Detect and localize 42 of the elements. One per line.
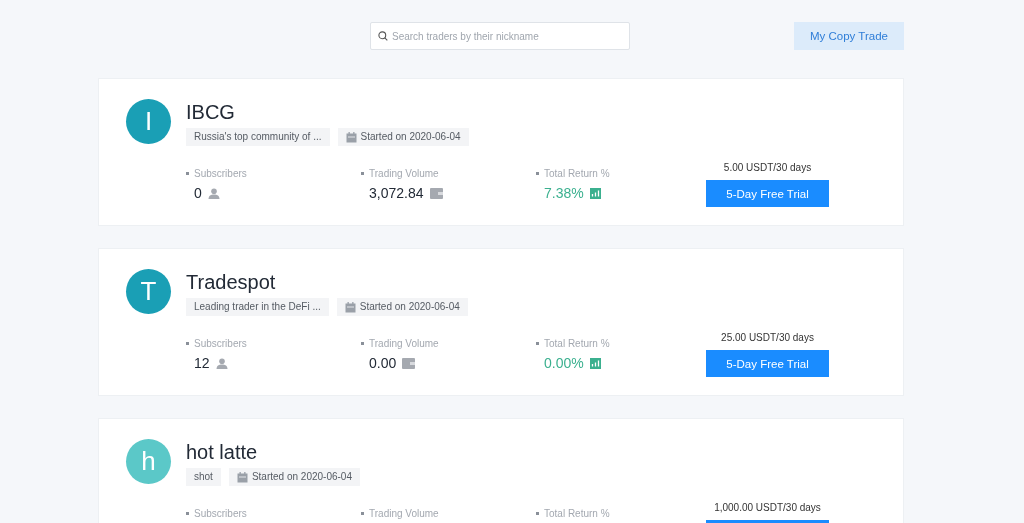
wallet-icon bbox=[429, 188, 443, 199]
metric-value: 0.00 bbox=[369, 354, 397, 373]
avatar: T bbox=[126, 269, 171, 314]
metric-value: 0 bbox=[194, 184, 202, 203]
price-text: 25.00 USDT/30 days bbox=[721, 331, 814, 345]
price-text: 5.00 USDT/30 days bbox=[723, 161, 812, 175]
start-date: Started on 2020-06-04 bbox=[251, 471, 352, 483]
metric-label: Trading Volume bbox=[361, 336, 536, 351]
description-tag: Russia's top community of ... bbox=[186, 128, 330, 146]
metric-value: 3,072.84 bbox=[369, 184, 424, 203]
chart-icon bbox=[589, 188, 601, 199]
description-tag: shot bbox=[186, 468, 221, 486]
search-field[interactable]: Search traders by their nickname bbox=[370, 22, 630, 50]
person-icon bbox=[215, 358, 228, 369]
start-date: Started on 2020-06-04 bbox=[360, 131, 461, 143]
metric-label: Subscribers bbox=[186, 506, 361, 521]
metric-label: Total Return % bbox=[536, 336, 711, 351]
metric-value: 0.00% bbox=[544, 354, 584, 373]
chart-icon bbox=[589, 358, 601, 369]
metric-label: Total Return % bbox=[536, 166, 711, 181]
calendar-icon bbox=[236, 471, 248, 483]
calendar-icon bbox=[345, 131, 357, 143]
trader-name[interactable]: Tradespot bbox=[186, 270, 829, 294]
metric-label: Trading Volume bbox=[361, 166, 536, 181]
metric-label: Trading Volume bbox=[361, 506, 536, 521]
calendar-icon bbox=[344, 301, 356, 313]
wallet-icon bbox=[402, 358, 416, 369]
start-date: Started on 2020-06-04 bbox=[359, 301, 460, 313]
metric-label: Subscribers bbox=[186, 166, 361, 181]
avatar: I bbox=[126, 99, 171, 144]
trader-name[interactable]: hot latte bbox=[186, 440, 829, 464]
metric-value: 12 bbox=[194, 354, 210, 373]
metric-label: Total Return % bbox=[536, 506, 711, 521]
metric-label: Subscribers bbox=[186, 336, 361, 351]
trader-name[interactable]: IBCG bbox=[186, 100, 829, 124]
price-text: 1,000.00 USDT/30 days bbox=[714, 501, 821, 515]
search-icon bbox=[378, 31, 388, 41]
my-copy-trade-button[interactable]: My Copy Trade bbox=[794, 22, 904, 50]
description-tag: Leading trader in the DeFi ... bbox=[186, 298, 329, 316]
avatar: h bbox=[126, 439, 171, 484]
person-icon bbox=[207, 188, 220, 199]
metric-value: 7.38% bbox=[544, 184, 584, 203]
